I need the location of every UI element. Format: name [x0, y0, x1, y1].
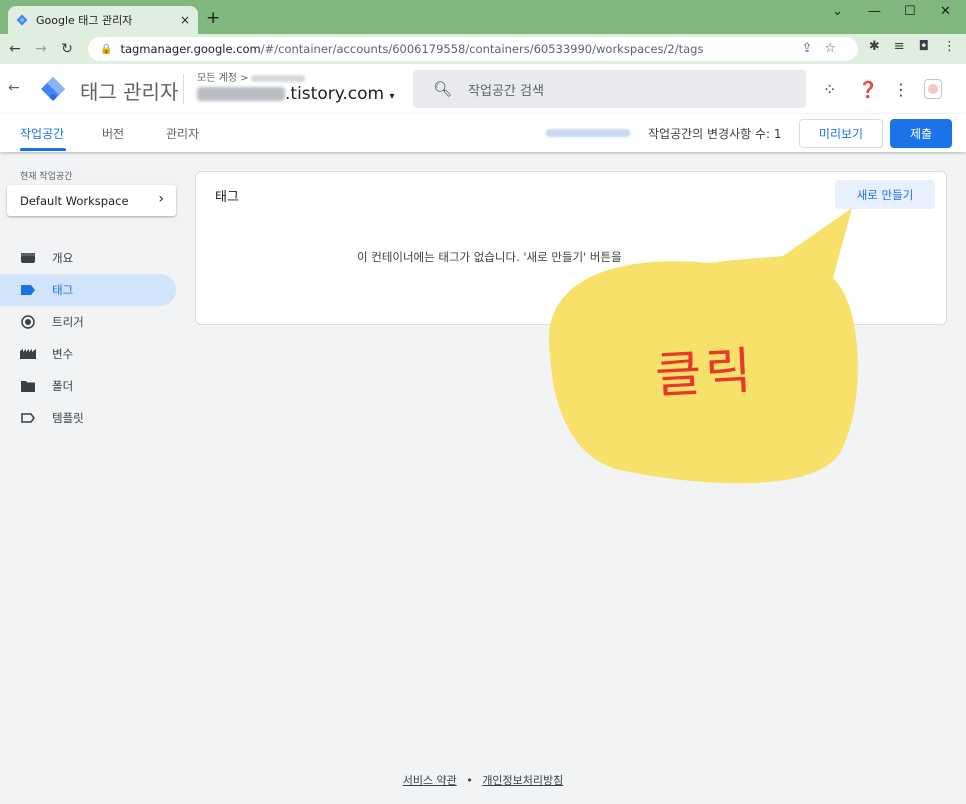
breadcrumb[interactable]: 모든 계정 > — [197, 69, 305, 84]
container-name: .tistory.com — [285, 84, 385, 104]
extension-icons: ✱ ≡ ◘ ⋮ — [869, 39, 956, 54]
address-bar-row: ← → ↻ 🔒 tagmanager.google.com/#/containe… — [0, 34, 966, 64]
search-placeholder: 작업공간 검색 — [468, 83, 544, 99]
tab-versions[interactable]: 버전 — [102, 125, 124, 142]
tab-workspace[interactable]: 작업공간 — [20, 125, 64, 142]
sidebar-item-templates[interactable]: 템플릿 — [0, 402, 176, 434]
back-icon[interactable]: ← — [4, 41, 26, 57]
search-icon: 🔍︎ — [433, 80, 453, 98]
workspace-changes-count: 작업공간의 변경사항 수: 1 — [648, 127, 782, 141]
sidebar-item-folders[interactable]: 폴더 — [0, 370, 176, 402]
tag-icon — [20, 285, 36, 295]
sidebar-item-label: 개요 — [52, 251, 74, 265]
tab-close-icon[interactable]: × — [180, 13, 190, 27]
overview-icon — [20, 252, 36, 264]
back-arrow-icon[interactable]: ← — [8, 80, 20, 96]
submit-button[interactable]: 제출 — [890, 119, 952, 148]
minimize-icon[interactable]: — — [868, 4, 881, 19]
gtm-logo-icon — [41, 77, 65, 101]
avatar[interactable] — [924, 79, 942, 99]
preview-button[interactable]: 미리보기 — [799, 119, 883, 148]
sidebar-item-overview[interactable]: 개요 — [0, 242, 176, 274]
dropdown-icon: ▾ — [389, 91, 395, 102]
more-menu-icon[interactable]: ⋮ — [893, 80, 909, 99]
help-icon[interactable]: ❓ — [858, 80, 878, 99]
header-divider — [183, 74, 184, 104]
footer: 서비스 약관 • 개인정보처리방침 — [0, 772, 966, 788]
trigger-icon — [20, 315, 36, 329]
profile-icon[interactable]: ◘ — [919, 39, 929, 54]
gtm-header: ← 태그 관리자 모든 계정 > .tistory.com ▾ 🔍︎ 작업공간 … — [0, 64, 966, 114]
active-tab-indicator — [20, 148, 66, 151]
account-label: 모든 계정 > — [197, 73, 249, 84]
new-tab-button[interactable]: + — [206, 8, 220, 28]
sub-navigation: 작업공간 버전 관리자 작업공간의 변경사항 수: 1 미리보기 제출 — [0, 114, 966, 152]
redacted-account — [250, 74, 305, 82]
sidebar-item-variables[interactable]: 변수 — [0, 338, 176, 370]
sidebar-item-label: 템플릿 — [52, 411, 84, 425]
sidebar-item-triggers[interactable]: 트리거 — [0, 306, 176, 338]
browser-titlebar: Google 태그 관리자 × + ⌄ — ☐ ✕ — [0, 0, 966, 34]
redacted-container — [197, 87, 285, 101]
workspace-selector[interactable]: Default Workspace › — [7, 185, 176, 216]
share-star-icons[interactable]: ⇪☆ — [801, 41, 848, 56]
click-annotation-text: 클릭 — [653, 341, 757, 405]
folder-icon — [20, 380, 36, 392]
app-title: 태그 관리자 — [80, 80, 179, 104]
lock-icon[interactable]: 🔒 — [100, 44, 112, 55]
variable-icon — [20, 349, 36, 359]
workspace-name: Default Workspace — [20, 193, 129, 208]
reload-icon[interactable]: ↻ — [56, 41, 78, 57]
redacted-workspace-id — [546, 129, 630, 137]
forward-icon[interactable]: → — [30, 41, 52, 57]
current-workspace-label: 현재 작업공간 — [20, 172, 73, 182]
browser-tab[interactable]: Google 태그 관리자 × — [8, 6, 198, 34]
gtm-favicon-icon — [16, 14, 28, 26]
search-input[interactable]: 🔍︎ 작업공간 검색 — [413, 70, 806, 108]
extension-puzzle-icon[interactable]: ✱ — [869, 39, 880, 54]
template-icon — [20, 413, 36, 423]
sidebar-item-label: 태그 — [52, 283, 74, 297]
url-field[interactable]: 🔒 tagmanager.google.com/#/container/acco… — [88, 37, 858, 61]
terms-link[interactable]: 서비스 약관 — [403, 774, 457, 787]
tab-admin[interactable]: 관리자 — [166, 125, 199, 142]
reading-list-icon[interactable]: ≡ — [894, 39, 905, 54]
chevron-right-icon: › — [158, 191, 164, 207]
close-window-icon[interactable]: ✕ — [940, 4, 951, 19]
apps-grid-icon[interactable]: ⁘ — [823, 80, 836, 99]
sidebar-item-label: 변수 — [52, 347, 74, 361]
sidebar-item-tags[interactable]: 태그 — [0, 274, 176, 306]
sidebar-item-label: 폴더 — [52, 379, 74, 393]
url-host: tagmanager.google.com — [120, 42, 261, 56]
maximize-icon[interactable]: ☐ — [904, 4, 916, 19]
browser-menu-icon[interactable]: ⋮ — [943, 39, 956, 54]
tab-title: Google 태그 관리자 — [36, 14, 133, 27]
sidebar-item-label: 트리거 — [52, 315, 84, 329]
url-path: /#/container/accounts/6006179558/contain… — [260, 42, 704, 56]
card-title: 태그 — [215, 190, 239, 205]
footer-separator: • — [466, 774, 473, 787]
container-selector[interactable]: .tistory.com ▾ — [197, 84, 395, 104]
tab-search-icon[interactable]: ⌄ — [832, 4, 843, 19]
privacy-link[interactable]: 개인정보처리방침 — [482, 774, 563, 787]
